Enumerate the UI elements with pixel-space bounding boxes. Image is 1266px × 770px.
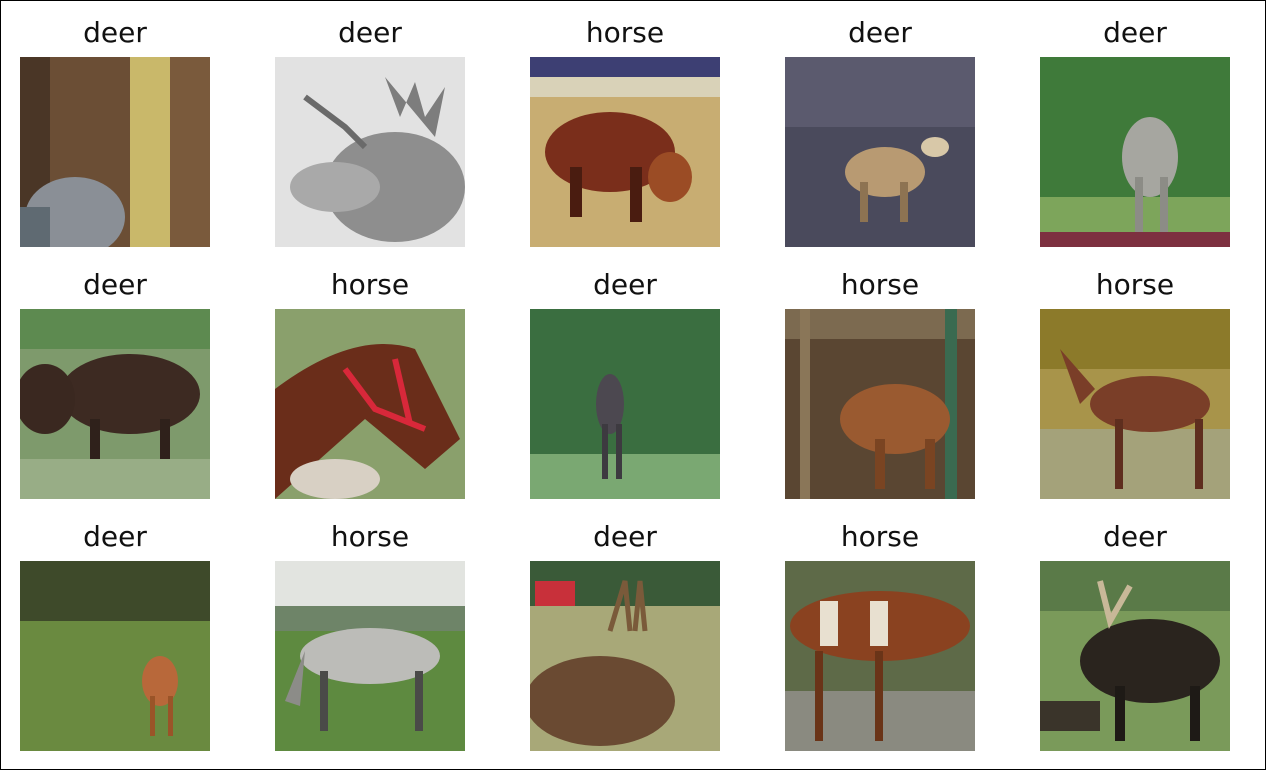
horse-image <box>785 561 975 751</box>
image-label: horse <box>840 268 920 301</box>
image-label: deer <box>848 16 912 49</box>
horse-image <box>275 561 465 751</box>
image-label: horse <box>840 520 920 553</box>
image-label: deer <box>593 520 657 553</box>
horse-image <box>530 57 720 247</box>
figure-frame: deer deer horse deer deer deer horse dee… <box>0 0 1266 770</box>
image-label: horse <box>330 268 410 301</box>
image-label: deer <box>83 16 147 49</box>
image-label: deer <box>83 268 147 301</box>
image-label: horse <box>1095 268 1175 301</box>
horse-image <box>1040 309 1230 499</box>
deer-image <box>275 57 465 247</box>
deer-image <box>20 309 210 499</box>
deer-image <box>530 309 720 499</box>
deer-image <box>20 57 210 247</box>
deer-image <box>20 561 210 751</box>
image-label: horse <box>585 16 665 49</box>
image-label: deer <box>83 520 147 553</box>
image-label: deer <box>338 16 402 49</box>
horse-image <box>275 309 465 499</box>
deer-image <box>530 561 720 751</box>
image-label: deer <box>1103 520 1167 553</box>
horse-image <box>785 309 975 499</box>
image-label: horse <box>330 520 410 553</box>
deer-image <box>785 57 975 247</box>
image-label: deer <box>593 268 657 301</box>
deer-image <box>1040 57 1230 247</box>
image-label: deer <box>1103 16 1167 49</box>
deer-image <box>1040 561 1230 751</box>
